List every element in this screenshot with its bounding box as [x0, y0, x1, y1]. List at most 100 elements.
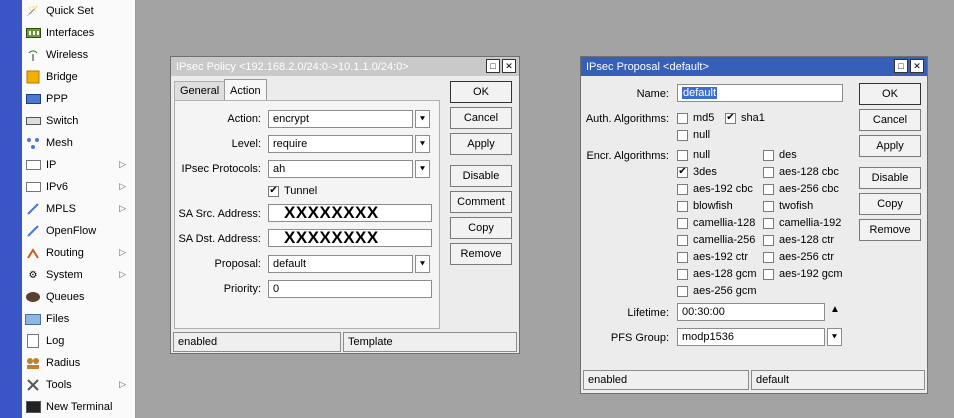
action-select[interactable]: encrypt	[268, 110, 413, 128]
policy-content-panel: General Action Action: encrypt ⯆ Level: …	[172, 79, 440, 329]
sidebar-item-interfaces[interactable]: Interfaces	[22, 22, 135, 44]
remove-button[interactable]: Remove	[859, 219, 921, 241]
sa-src-address-field[interactable]: XXXXXXXX	[268, 204, 432, 222]
winbox-vertical-strip	[0, 0, 22, 418]
ipsec-protocols-select[interactable]: ah	[268, 160, 413, 178]
encr-label: aes-256 cbc	[779, 183, 839, 195]
proposal-dropdown-button[interactable]: ⯆	[415, 255, 430, 273]
close-icon: ✕	[913, 60, 921, 71]
encr-null-checkbox[interactable]: null	[677, 149, 710, 161]
checkbox-box	[677, 183, 688, 195]
sidebar-item-ipv6[interactable]: IPv6 ▷	[22, 176, 135, 198]
sidebar-item-ppp[interactable]: PPP	[22, 88, 135, 110]
folder-icon	[25, 312, 41, 326]
encr-label: camellia-256	[693, 234, 756, 246]
sa-dst-address-field[interactable]: XXXXXXXX	[268, 229, 432, 247]
close-button[interactable]: ✕	[910, 59, 924, 73]
maximize-button[interactable]: □	[486, 59, 500, 73]
encr-des-checkbox[interactable]: des	[763, 149, 797, 161]
sidebar-item-ip[interactable]: IP ▷	[22, 154, 135, 176]
name-field[interactable]: default	[677, 84, 843, 102]
sidebar-item-queues[interactable]: Queues	[22, 286, 135, 308]
checkmark-icon: ✔	[725, 112, 736, 124]
cancel-button[interactable]: Cancel	[450, 107, 512, 129]
sidebar-item-new-terminal[interactable]: New Terminal	[22, 396, 135, 418]
sidebar-item-tools[interactable]: Tools ▷	[22, 374, 135, 396]
sidebar-item-routing[interactable]: Routing ▷	[22, 242, 135, 264]
ipsec-proposal-window: IPsec Proposal <default> □ ✕ Name: defau…	[580, 56, 928, 394]
auth-sha1-checkbox[interactable]: ✔ sha1	[725, 112, 765, 124]
pfs-group-select[interactable]: modp1536	[677, 328, 825, 346]
sidebar-item-openflow[interactable]: OpenFlow	[22, 220, 135, 242]
encr-aes-128-ctr-checkbox[interactable]: aes-128 ctr	[763, 234, 834, 246]
encr-label: aes-256 gcm	[693, 285, 757, 297]
checkbox-box	[677, 112, 688, 124]
auth-md5-checkbox[interactable]: md5	[677, 112, 714, 124]
apply-button[interactable]: Apply	[859, 135, 921, 157]
sidebar-item-wireless[interactable]: Wireless	[22, 44, 135, 66]
encr-aes-128-cbc-checkbox[interactable]: aes-128 cbc	[763, 166, 839, 178]
cancel-button[interactable]: Cancel	[859, 109, 921, 131]
ipsec-policy-window: IPsec Policy <192.168.2.0/24:0->10.1.1.0…	[170, 56, 520, 354]
copy-button[interactable]: Copy	[859, 193, 921, 215]
action-dropdown-button[interactable]: ⯆	[415, 110, 430, 128]
policy-titlebar[interactable]: IPsec Policy <192.168.2.0/24:0->10.1.1.0…	[171, 57, 519, 76]
encr-aes-256-ctr-checkbox[interactable]: aes-256 ctr	[763, 251, 834, 263]
md5-label: md5	[693, 112, 715, 124]
checkmark-icon: ✔	[677, 166, 688, 178]
tunnel-checkbox[interactable]: ✔ Tunnel	[268, 185, 317, 197]
routing-icon	[25, 246, 41, 260]
encr-camellia-128-checkbox[interactable]: camellia-128	[677, 217, 755, 229]
encr-twofish-checkbox[interactable]: twofish	[763, 200, 813, 212]
encr-camellia-256-checkbox[interactable]: camellia-256	[677, 234, 755, 246]
disable-button[interactable]: Disable	[450, 165, 512, 187]
proposal-titlebar[interactable]: IPsec Proposal <default> □ ✕	[581, 57, 927, 76]
sidebar-item-switch[interactable]: Switch	[22, 110, 135, 132]
tab-general[interactable]: General	[174, 81, 226, 101]
sidebar-item-mpls[interactable]: MPLS ▷	[22, 198, 135, 220]
tab-action[interactable]: Action	[224, 79, 267, 101]
checkbox-box	[763, 149, 774, 161]
close-button[interactable]: ✕	[502, 59, 516, 73]
encr-aes-192-ctr-checkbox[interactable]: aes-192 ctr	[677, 251, 748, 263]
ok-button[interactable]: OK	[450, 81, 512, 103]
level-dropdown-button[interactable]: ⯆	[415, 135, 430, 153]
maximize-button[interactable]: □	[894, 59, 908, 73]
sidebar-item-bridge[interactable]: Bridge	[22, 66, 135, 88]
collapse-arrow-icon[interactable]: ▲	[830, 304, 840, 315]
disable-button[interactable]: Disable	[859, 167, 921, 189]
sidebar-item-log[interactable]: Log	[22, 330, 135, 352]
remove-button[interactable]: Remove	[450, 243, 512, 265]
ok-button[interactable]: OK	[859, 83, 921, 105]
comment-button[interactable]: Comment	[450, 191, 512, 213]
encr-camellia-192-checkbox[interactable]: camellia-192	[763, 217, 841, 229]
auth-null-checkbox[interactable]: null	[677, 129, 710, 141]
dropdown-arrow-icon: ⯆	[418, 258, 427, 269]
sidebar-item-system[interactable]: ⚙ System ▷	[22, 264, 135, 286]
copy-button[interactable]: Copy	[450, 217, 512, 239]
encr-aes-192-cbc-checkbox[interactable]: aes-192 cbc	[677, 183, 753, 195]
sidebar-item-quick-set[interactable]: 🪄 Quick Set	[22, 0, 135, 22]
encr-3des-checkbox[interactable]: ✔ 3des	[677, 166, 717, 178]
radius-users-icon	[25, 356, 41, 370]
apply-button[interactable]: Apply	[450, 133, 512, 155]
wand-icon: 🪄	[26, 5, 40, 17]
encr-aes-256-cbc-checkbox[interactable]: aes-256 cbc	[763, 183, 839, 195]
encr-aes-256-gcm-checkbox[interactable]: aes-256 gcm	[677, 285, 757, 297]
encr-blowfish-checkbox[interactable]: blowfish	[677, 200, 733, 212]
level-select[interactable]: require	[268, 135, 413, 153]
priority-field[interactable]: 0	[268, 280, 432, 298]
sidebar-item-mesh[interactable]: Mesh	[22, 132, 135, 154]
proposal-select[interactable]: default	[268, 255, 413, 273]
ipsec-protocols-dropdown-button[interactable]: ⯆	[415, 160, 430, 178]
policy-title: IPsec Policy <192.168.2.0/24:0->10.1.1.0…	[176, 60, 409, 73]
sidebar-item-radius[interactable]: Radius	[22, 352, 135, 374]
encr-aes-192-gcm-checkbox[interactable]: aes-192 gcm	[763, 268, 843, 280]
maximize-icon: □	[898, 60, 904, 71]
encr-aes-128-gcm-checkbox[interactable]: aes-128 gcm	[677, 268, 757, 280]
proposal-label: Proposal:	[214, 258, 261, 270]
encr-algorithms-label: Encr. Algorithms:	[586, 150, 669, 162]
pfs-group-dropdown-button[interactable]: ⯆	[827, 328, 842, 346]
lifetime-field[interactable]: 00:30:00	[677, 303, 825, 321]
sidebar-item-files[interactable]: Files	[22, 308, 135, 330]
